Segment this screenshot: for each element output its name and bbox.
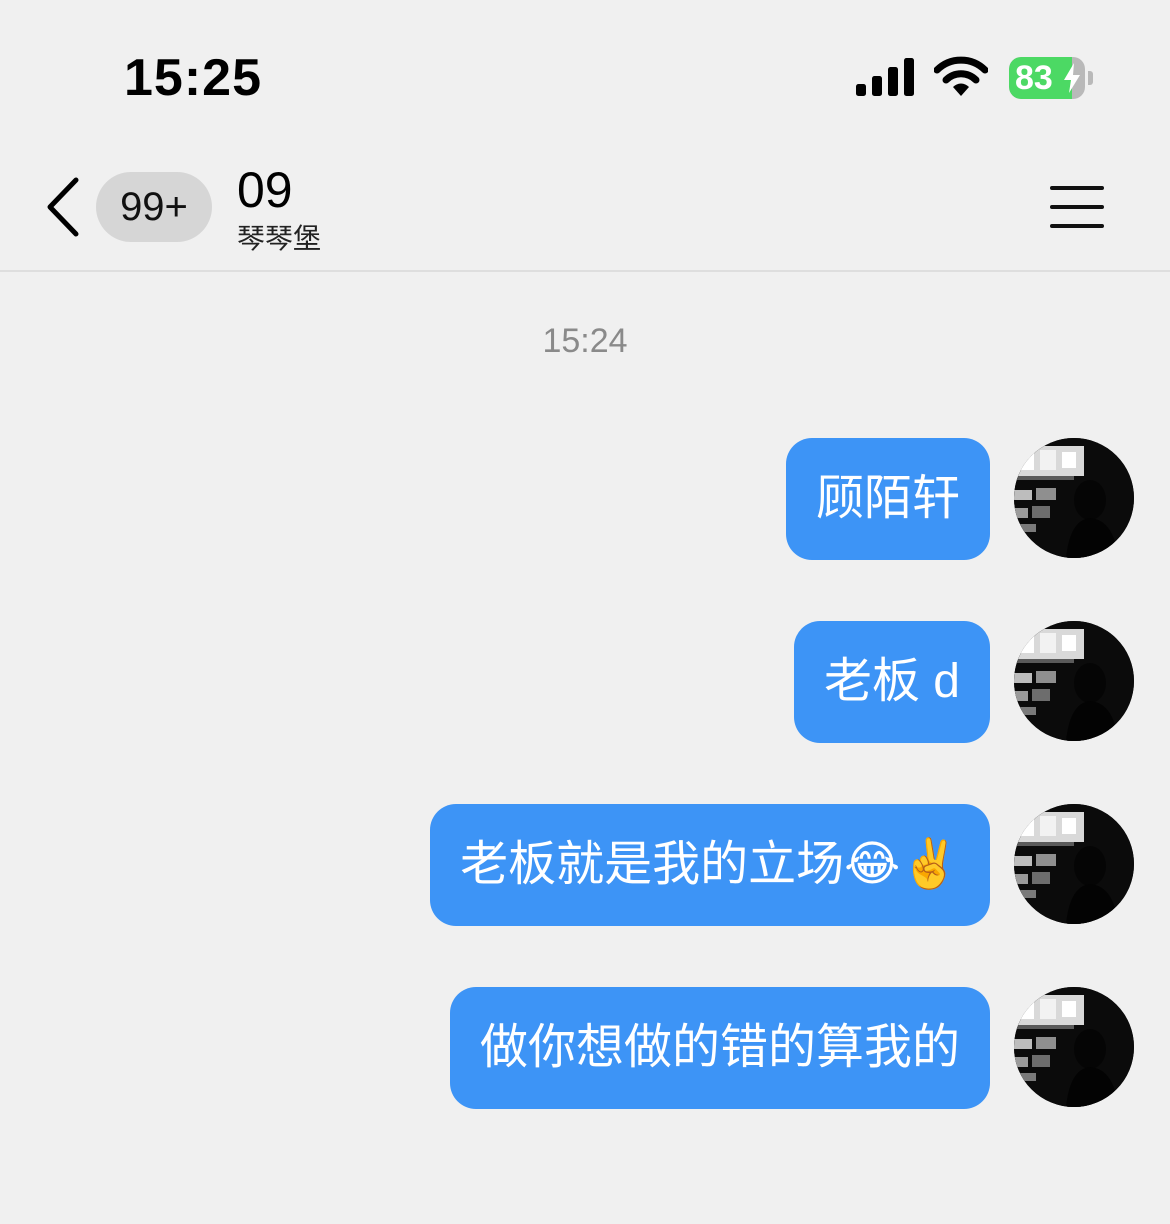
battery-body: 83: [1009, 57, 1085, 99]
avatar[interactable]: [1014, 438, 1134, 558]
message-timestamp: 15:24: [542, 322, 628, 360]
chat-subtitle: 琴琴堡: [237, 223, 322, 254]
back-chevron-icon[interactable]: [40, 174, 84, 240]
unread-count-badge[interactable]: 99+: [96, 172, 212, 242]
charging-bolt-icon: [1064, 63, 1080, 93]
message-row: 老板 d: [793, 621, 1134, 743]
message-bubble[interactable]: 老板就是我的立场😂✌️: [430, 804, 990, 926]
status-time: 15:25: [124, 49, 262, 107]
battery-percent: 83: [1015, 59, 1053, 97]
message-bubble[interactable]: 做你想做的错的算我的: [449, 987, 990, 1109]
menu-icon[interactable]: [1048, 184, 1106, 230]
chat-header: 99+ 09 琴琴堡: [0, 140, 1170, 272]
message-bubble[interactable]: 老板 d: [793, 621, 990, 743]
message-row: 老板就是我的立场😂✌️: [430, 804, 1134, 926]
battery-cap: [1088, 71, 1093, 85]
avatar[interactable]: [1014, 621, 1134, 741]
message-row: 做你想做的错的算我的: [449, 987, 1134, 1109]
message-bubble[interactable]: 顾陌轩: [785, 438, 990, 560]
message-row: 顾陌轩: [785, 438, 1134, 560]
wifi-icon: [934, 56, 988, 96]
chat-title: 09: [237, 162, 293, 218]
status-bar: 15:25 83: [0, 0, 1170, 140]
cellular-signal-icon: [856, 58, 914, 96]
avatar[interactable]: [1014, 804, 1134, 924]
battery-indicator: 83: [1009, 57, 1093, 99]
avatar[interactable]: [1014, 987, 1134, 1107]
